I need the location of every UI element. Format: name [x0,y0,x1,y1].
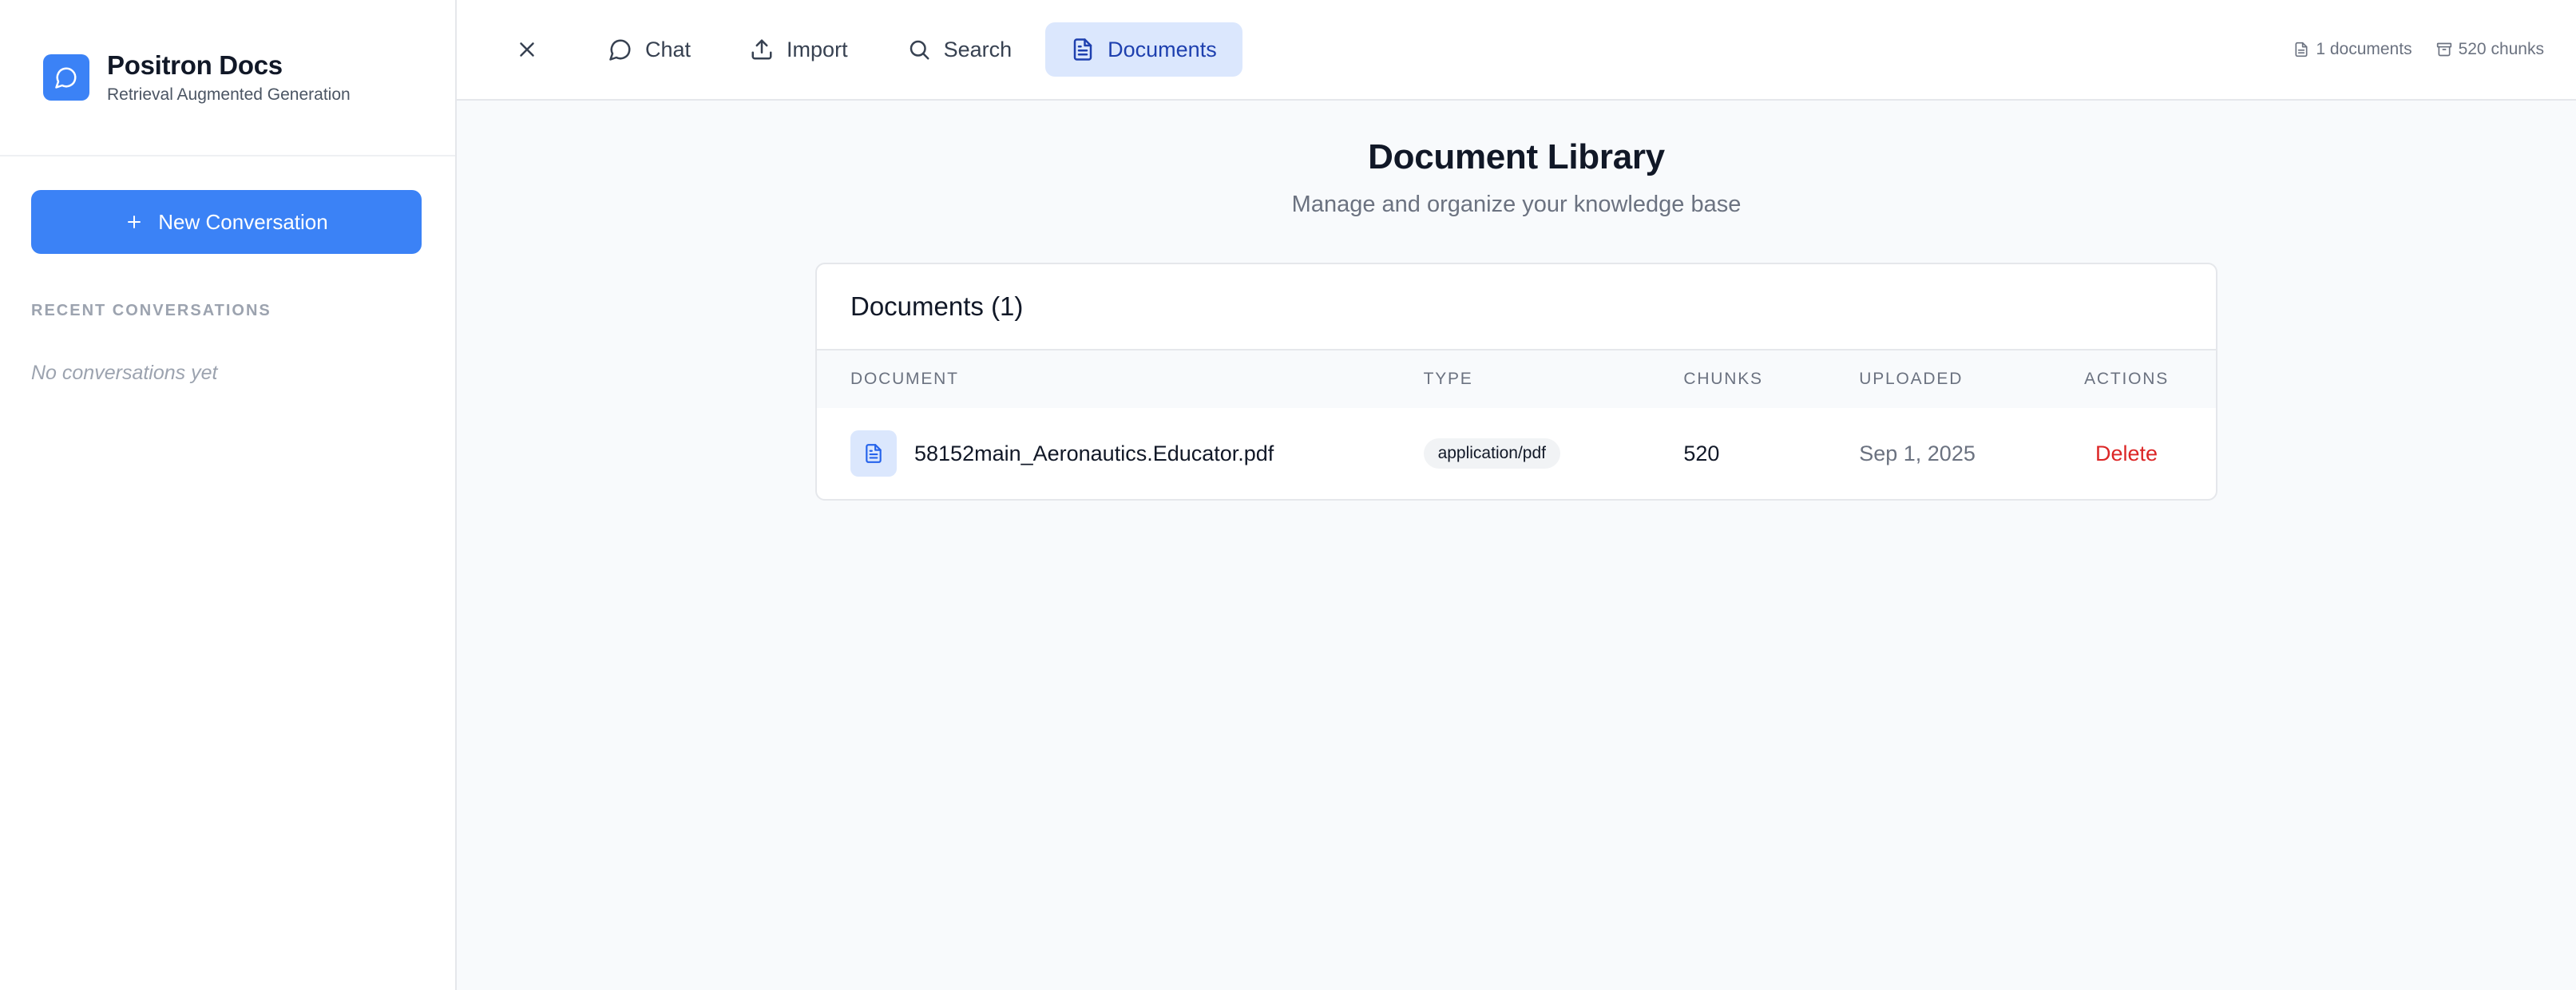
new-conversation-button[interactable]: New Conversation [31,190,422,254]
documents-count-stat: 1 documents [2293,40,2412,59]
close-icon[interactable] [503,26,551,73]
plus-icon [128,216,141,228]
documents-card: Documents (1) DOCUMENT TYPE CHUNKS UPLOA… [815,263,2217,501]
documents-card-title: Documents (1) [817,264,2216,350]
page-subtitle: Manage and organize your knowledge base [1291,192,1742,217]
chat-bubble-icon [609,39,631,61]
document-icon [2295,42,2308,57]
column-header-chunks: CHUNKS [1683,370,1763,388]
top-bar: Chat Import Search Documents 1 documents… [457,0,2576,101]
brand-subtitle: Retrieval Augmented Generation [107,85,351,104]
brand-title: Positron Docs [107,50,283,80]
chunks-cell: 520 [1683,441,1720,465]
documents-count: 1 documents [2316,40,2412,58]
stats: 1 documents 520 chunks [2293,0,2544,99]
top-nav: Chat Import Search Documents [583,22,1242,77]
search-icon [910,40,929,60]
brand-text: Positron Docs Retrieval Augmented Genera… [107,50,351,105]
page-title: Document Library [1368,137,1665,176]
main-panel: Chat Import Search Documents 1 documents… [457,0,2576,990]
column-header-uploaded: UPLOADED [1859,370,1964,388]
tab-documents[interactable]: Documents [1045,22,1242,77]
archive-icon [2436,42,2451,57]
chunks-count-stat: 520 chunks [2436,40,2544,59]
brand: Positron Docs Retrieval Augmented Genera… [0,0,455,156]
new-conversation-label: New Conversation [158,209,328,234]
tab-chat[interactable]: Chat [583,22,716,77]
document-icon [850,430,897,477]
tab-import-label: Import [787,37,848,61]
table-header: DOCUMENT TYPE CHUNKS UPLOADED ACTIONS [817,350,2216,408]
delete-button[interactable]: Delete [2095,442,2158,466]
tab-chat-label: Chat [645,37,692,61]
tab-documents-label: Documents [1108,37,1217,61]
tab-search-label: Search [943,37,1013,61]
recent-conversations-heading: RECENT CONVERSATIONS [31,302,271,319]
app-root: Positron Docs Retrieval Augmented Genera… [0,0,2576,990]
upload-icon [751,39,772,60]
tab-import[interactable]: Import [724,22,874,77]
chunks-count: 520 chunks [2458,40,2544,58]
document-library: Document Library Manage and organize you… [457,101,2576,990]
uploaded-cell: Sep 1, 2025 [1859,441,1976,465]
empty-conversations-note: No conversations yet [31,362,218,384]
actions-cell: Delete [2071,442,2182,466]
column-header-type: TYPE [1423,370,1473,388]
chat-bubble-icon [43,54,89,101]
type-badge: application/pdf [1423,438,1560,469]
document-cell: 58152main_Aeronautics.Educator.pdf [850,430,1424,477]
column-header-document: DOCUMENT [850,370,959,388]
tab-search[interactable]: Search [882,22,1038,77]
document-name[interactable]: 58152main_Aeronautics.Educator.pdf [914,442,1274,466]
sidebar: Positron Docs Retrieval Augmented Genera… [0,0,457,990]
type-cell: application/pdf [1423,438,1684,469]
column-header-actions: ACTIONS [2084,370,2170,388]
document-icon [1073,38,1092,61]
table-row: 58152main_Aeronautics.Educator.pdf appli… [817,408,2216,499]
